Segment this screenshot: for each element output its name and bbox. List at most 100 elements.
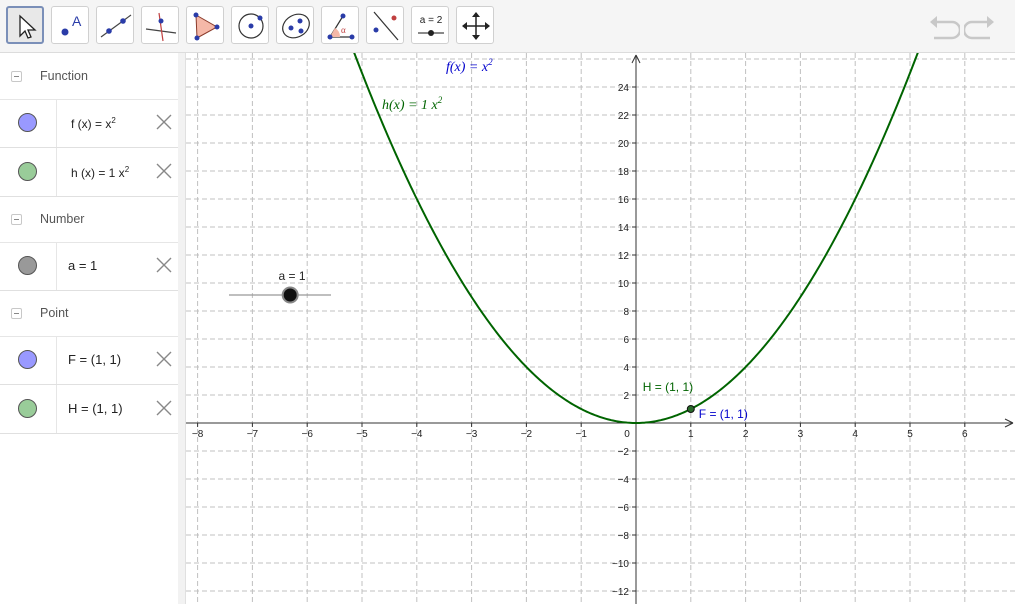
x-tick-label: −7 [247,429,259,440]
graphics-view[interactable]: −8 −7 −6 −5 −4 −3 −2 −1 0 1 2 3 4 5 6−12−10−8−6−4−2246… [186,53,1015,604]
visibility-marble[interactable] [18,162,37,181]
y-tick-label: 8 [623,307,629,318]
y-tick-label: 10 [618,279,630,290]
x-tick-label: −6 [301,429,313,440]
x-tick-label: 0 [624,429,630,440]
perpendicular-line-icon [145,12,177,42]
category-label: Number [40,212,85,226]
point-H[interactable] [686,405,695,413]
label-point-H[interactable]: H = (1, 1) [643,380,693,394]
collapse-toggle[interactable] [11,71,22,82]
slider-tool-label: a = 2 [420,15,443,26]
point-tool-label: A [72,13,82,29]
angle-tool-button[interactable]: α [321,6,359,44]
tick-labels: −8 −7 −6 −5 −4 −3 −2 −1 0 1 2 3 4 5 6−12−10−8−6−4−2246… [192,83,968,598]
collapse-toggle[interactable] [11,308,22,319]
grid [186,53,1015,604]
move-graphics-icon [462,12,490,40]
circle-tool-button[interactable] [231,6,269,44]
visibility-marble[interactable] [18,399,37,418]
angle-tool-label: α [341,25,346,35]
visibility-marble[interactable] [18,256,37,275]
algebra-definition: H = (1, 1) [68,401,123,416]
visibility-marble[interactable] [18,113,37,132]
marble-cell [0,99,57,147]
ellipse-icon [282,13,310,39]
algebra-definition: h (x) = 1 x2 [71,165,130,180]
category-label: Point [40,306,69,320]
y-tick-label: −6 [618,503,630,514]
line-icon [100,14,132,38]
algebra-item-F[interactable]: F = (1, 1) [0,336,178,385]
slider-a[interactable]: a = 1 [229,269,331,304]
y-tick-label: −10 [612,559,629,570]
algebra-definition: a = 1 [68,258,98,273]
slider-label: a = 1 [278,269,305,283]
label-f[interactable]: f(x) = x2 [446,57,493,75]
perpendicular-tool-button[interactable] [141,6,179,44]
view-splitter[interactable] [178,53,186,604]
algebra-item-H[interactable]: H = (1, 1) [0,385,178,434]
undo-icon [930,16,962,40]
category-point: Point [0,292,178,337]
y-tick-label: −12 [612,587,629,598]
marble-cell [0,336,57,384]
x-tick-label: 1 [688,429,694,440]
label-point-F[interactable]: F = (1, 1) [699,407,748,421]
y-tick-label: 22 [618,111,630,122]
marble-cell [0,385,57,433]
circle-icon [238,13,264,39]
algebra-item-f[interactable]: f (x) = x2 [0,99,178,148]
slider-icon: a = 2 [418,15,444,36]
polygon-tool-button[interactable] [186,6,224,44]
reflect-tool-button[interactable] [366,6,404,44]
y-tick-label: 16 [618,195,630,206]
slider-knob[interactable] [281,286,299,304]
y-tick-label: 24 [618,83,630,94]
delete-icon[interactable] [155,113,173,131]
label-h[interactable]: h(x) = 1 x2 [382,95,443,113]
line-tool-button[interactable] [96,6,134,44]
point-icon: A [61,13,82,36]
move-tool-button[interactable] [6,6,44,44]
y-tick-label: 20 [618,139,630,150]
y-tick-label: 12 [618,251,630,262]
category-function: Function [0,55,178,100]
cursor-icon [19,14,37,39]
algebra-view: Function f (x) = x2 h (x) = 1 x2 Number … [0,53,179,604]
y-tick-label: 6 [623,335,629,346]
y-tick-label: −2 [618,447,630,458]
ellipse-tool-button[interactable] [276,6,314,44]
axes [186,54,1014,604]
marble-cell [0,148,57,196]
x-tick-label: −3 [466,429,478,440]
y-tick-label: 2 [623,391,629,402]
algebra-definition: f (x) = x2 [71,116,116,131]
marble-cell [0,242,57,290]
delete-icon[interactable] [155,256,173,274]
reflect-icon [373,11,399,41]
algebra-item-h[interactable]: h (x) = 1 x2 [0,148,178,197]
category-number: Number [0,198,178,243]
x-tick-label: 5 [907,429,913,440]
delete-icon[interactable] [155,399,173,417]
redo-button[interactable] [962,12,998,42]
y-tick-label: 14 [618,223,630,234]
x-tick-label: −2 [521,429,533,440]
delete-icon[interactable] [155,350,173,368]
x-tick-label: 2 [743,429,749,440]
collapse-toggle[interactable] [11,214,22,225]
undo-button[interactable] [926,12,962,42]
x-tick-label: −1 [575,429,587,440]
move-graphics-tool-button[interactable] [456,6,494,44]
point-tool-button[interactable]: A [51,6,89,44]
x-tick-label: 6 [962,429,968,440]
slider-tool-button[interactable]: a = 2 [411,6,449,44]
algebra-item-a[interactable]: a = 1 [0,242,178,291]
y-tick-label: −4 [618,475,630,486]
polygon-icon [193,12,220,41]
redo-icon [962,16,994,40]
x-tick-label: −4 [411,429,423,440]
visibility-marble[interactable] [18,350,37,369]
delete-icon[interactable] [155,162,173,180]
